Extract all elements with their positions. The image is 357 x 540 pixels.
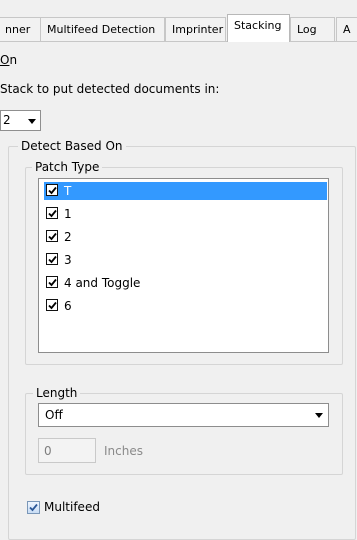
patch-item-label: 4 and Toggle	[64, 276, 141, 290]
patch-item-label: 6	[64, 299, 72, 313]
patch-item-6[interactable]: 6	[44, 297, 327, 315]
tab-stacking[interactable]: Stacking	[227, 14, 290, 42]
chevron-down-icon	[28, 119, 36, 124]
stack-select[interactable]: 2	[0, 110, 41, 131]
multifeed-checkbox[interactable]	[27, 501, 40, 514]
tab-multifeed-detection[interactable]: Multifeed Detection	[40, 17, 165, 41]
tab-strip: nner Multifeed Detection Imprinter Stack…	[0, 0, 357, 43]
patch-type-title: Patch Type	[32, 160, 103, 174]
length-dropdown[interactable]: Off	[38, 403, 329, 427]
checkbox-icon[interactable]	[46, 253, 58, 265]
detect-based-on-title: Detect Based On	[18, 139, 126, 153]
checkbox-icon[interactable]	[46, 230, 58, 242]
length-title: Length	[33, 386, 81, 400]
patch-item-label: 1	[64, 207, 72, 221]
stack-label: Stack to put detected documents in:	[0, 82, 220, 96]
on-label-rest: n	[9, 53, 18, 67]
tab-scanner[interactable]: nner	[0, 17, 41, 41]
patch-item-t[interactable]: T	[44, 182, 327, 200]
checkbox-icon[interactable]	[46, 184, 58, 196]
length-unit-label: Inches	[104, 444, 143, 458]
patch-item-2[interactable]: 2	[44, 228, 327, 246]
patch-item-3[interactable]: 3	[44, 251, 327, 269]
checkbox-icon[interactable]	[46, 299, 58, 311]
tab-strip-divider	[0, 41, 357, 42]
patch-item-4-and-toggle[interactable]: 4 and Toggle	[44, 274, 327, 292]
patch-item-1[interactable]: 1	[44, 205, 327, 223]
length-input[interactable]: 0	[38, 438, 96, 463]
chevron-down-icon	[315, 413, 323, 418]
checkbox-icon[interactable]	[46, 207, 58, 219]
tab-imprinter[interactable]: Imprinter	[165, 17, 226, 41]
stack-select-value: 2	[3, 113, 11, 127]
checkbox-icon[interactable]	[46, 276, 58, 288]
tab-more[interactable]: A	[336, 17, 357, 41]
multifeed-label: Multifeed	[44, 500, 100, 514]
patch-item-label: T	[64, 184, 72, 198]
tab-log[interactable]: Log	[290, 17, 335, 41]
checkmark-icon	[29, 503, 38, 512]
patch-item-label: 3	[64, 253, 72, 267]
on-checkbox-label[interactable]: On	[0, 53, 17, 67]
patch-item-label: 2	[64, 230, 72, 244]
patch-type-listbox[interactable]: T 1 2 3 4 and Toggle 6	[38, 178, 329, 353]
length-dropdown-value: Off	[45, 408, 63, 422]
